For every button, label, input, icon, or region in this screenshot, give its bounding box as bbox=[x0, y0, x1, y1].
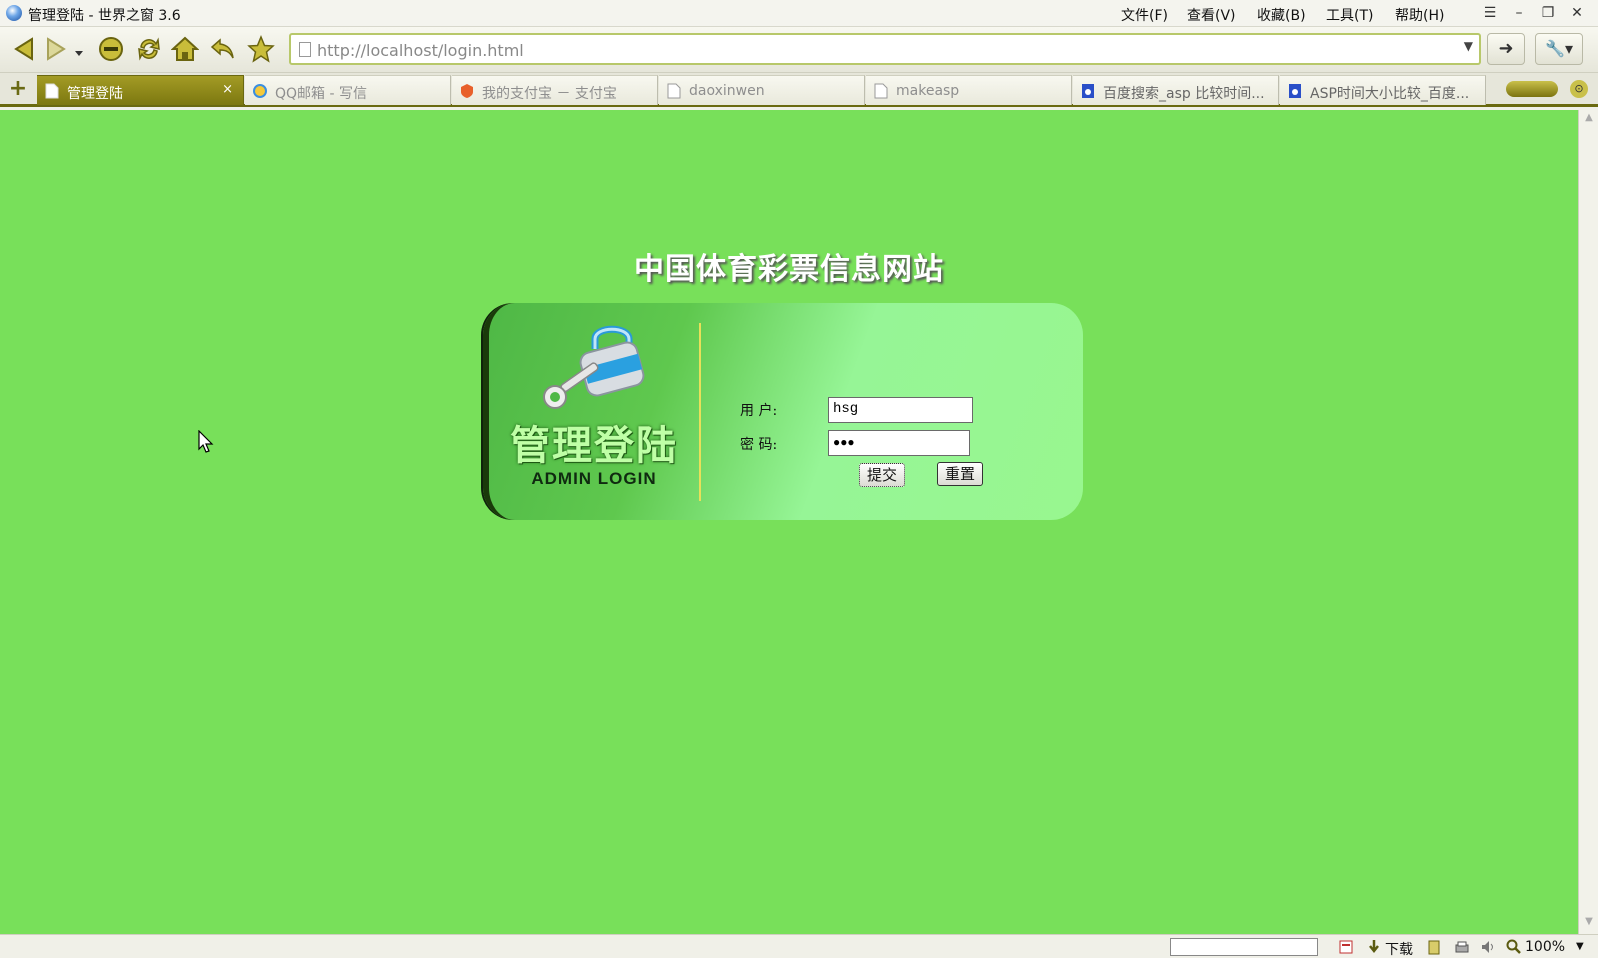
menu-favorites[interactable]: 收藏(B) bbox=[1257, 5, 1306, 25]
progress-bar bbox=[1170, 938, 1318, 956]
address-bar[interactable]: http://localhost/login.html ▼ bbox=[289, 33, 1481, 65]
site-title: 中国体育彩票信息网站 bbox=[634, 252, 944, 287]
reset-button[interactable]: 重置 bbox=[937, 462, 983, 486]
tab-label: 管理登陆 bbox=[67, 86, 123, 102]
tab-qq-mail[interactable]: QQ邮箱 - 写信 bbox=[245, 75, 451, 105]
page-icon bbox=[874, 83, 888, 99]
admin-login-subtitle: ADMIN LOGIN bbox=[531, 469, 657, 488]
tab-label: makeasp bbox=[896, 83, 960, 99]
go-button[interactable]: ➜ bbox=[1487, 33, 1525, 65]
url-input[interactable]: http://localhost/login.html bbox=[317, 41, 524, 60]
username-label: 用 户: bbox=[740, 403, 778, 419]
speaker-icon[interactable] bbox=[1480, 939, 1496, 955]
scroll-up-icon[interactable]: ▲ bbox=[1582, 112, 1596, 128]
tab-makeasp[interactable]: makeasp bbox=[866, 75, 1072, 105]
back-icon[interactable] bbox=[10, 35, 38, 63]
tab-scroll-button[interactable] bbox=[1506, 81, 1558, 97]
panel-divider bbox=[699, 323, 701, 501]
tab-alipay[interactable]: 我的支付宝 － 支付宝 bbox=[452, 75, 658, 105]
close-button[interactable]: ✕ bbox=[1566, 2, 1588, 24]
undo-icon[interactable] bbox=[209, 35, 237, 63]
new-tab-button[interactable]: + bbox=[4, 78, 32, 102]
submit-button[interactable]: 提交 bbox=[859, 463, 905, 487]
qq-icon bbox=[253, 84, 267, 98]
menu-tools[interactable]: 工具(T) bbox=[1326, 5, 1373, 25]
scroll-down-icon[interactable]: ▼ bbox=[1582, 916, 1596, 932]
options-icon[interactable]: ☰ bbox=[1479, 2, 1501, 24]
favorites-icon[interactable] bbox=[247, 35, 275, 63]
tab-bar: + 管理登陆 × QQ邮箱 - 写信 我的支付宝 － 支付宝 daoxinwen… bbox=[0, 73, 1598, 107]
zoom-icon[interactable] bbox=[1506, 939, 1522, 955]
clipboard-icon[interactable] bbox=[1426, 939, 1442, 955]
close-icon[interactable]: × bbox=[222, 82, 233, 97]
page-icon bbox=[299, 42, 311, 57]
tab-label: QQ邮箱 - 写信 bbox=[275, 86, 367, 102]
menu-file[interactable]: 文件(F) bbox=[1121, 5, 1168, 25]
mouse-cursor-icon bbox=[198, 430, 214, 453]
vertical-scrollbar[interactable]: ▲ ▼ bbox=[1578, 110, 1598, 934]
alipay-icon bbox=[461, 84, 473, 98]
page-icon bbox=[667, 83, 681, 99]
tab-label: ASP时间大小比较_百度... bbox=[1310, 86, 1470, 102]
home-icon[interactable] bbox=[171, 35, 199, 63]
page-info-icon[interactable] bbox=[1338, 939, 1354, 955]
admin-login-title: 管理登陆 bbox=[510, 423, 678, 469]
tab-baidu-search[interactable]: 百度搜索_asp 比较时间... bbox=[1073, 75, 1279, 105]
minimize-button[interactable]: – bbox=[1508, 2, 1530, 24]
download-label[interactable]: 下载 bbox=[1385, 939, 1413, 958]
history-dropdown-icon[interactable] bbox=[72, 35, 86, 63]
username-field[interactable]: hsg bbox=[828, 397, 973, 423]
menu-help[interactable]: 帮助(H) bbox=[1395, 5, 1444, 25]
tab-label: 百度搜索_asp 比较时间... bbox=[1103, 86, 1265, 102]
chevron-down-icon[interactable]: ▼ bbox=[1464, 39, 1473, 53]
chevron-down-icon[interactable]: ▼ bbox=[1576, 941, 1584, 952]
baidu-icon bbox=[1289, 84, 1301, 98]
tab-admin-login[interactable]: 管理登陆 × bbox=[37, 75, 244, 105]
download-icon[interactable] bbox=[1366, 939, 1382, 955]
status-bar: 下载 100% ▼ bbox=[0, 934, 1598, 958]
zoom-level[interactable]: 100% bbox=[1525, 939, 1565, 955]
refresh-icon[interactable] bbox=[135, 35, 163, 63]
baidu-icon bbox=[1082, 84, 1094, 98]
page-content: 中国体育彩票信息网站 管理登陆 ADMIN LOGIN 用 户: hsg 密 码… bbox=[0, 110, 1578, 934]
lock-and-key-icon bbox=[543, 325, 645, 409]
tab-list-icon[interactable]: ⊙ bbox=[1570, 80, 1588, 98]
page-icon bbox=[45, 83, 59, 99]
password-field[interactable]: ●●● bbox=[828, 430, 970, 456]
restore-button[interactable]: ❐ bbox=[1537, 2, 1559, 24]
browser-logo-icon bbox=[6, 5, 22, 21]
tab-label: daoxinwen bbox=[689, 83, 765, 99]
stop-icon[interactable] bbox=[97, 35, 125, 63]
tab-daoxinwen[interactable]: daoxinwen bbox=[659, 75, 865, 105]
tools-button[interactable]: 🔧▾ bbox=[1535, 33, 1583, 65]
tab-label: 我的支付宝 － 支付宝 bbox=[482, 86, 617, 102]
title-bar: 管理登陆 - 世界之窗 3.6 文件(F) 查看(V) 收藏(B) 工具(T) … bbox=[0, 0, 1598, 27]
window-title: 管理登陆 - 世界之窗 3.6 bbox=[28, 8, 181, 24]
navigation-toolbar: http://localhost/login.html ▼ ➜ 🔧▾ bbox=[0, 27, 1598, 73]
printer-icon[interactable] bbox=[1454, 939, 1470, 955]
forward-icon[interactable] bbox=[42, 35, 70, 63]
tab-asp-time[interactable]: ASP时间大小比较_百度... bbox=[1280, 75, 1486, 105]
menu-view[interactable]: 查看(V) bbox=[1187, 5, 1236, 25]
login-panel: 管理登陆 ADMIN LOGIN 用 户: hsg 密 码: ●●● 提交 重置 bbox=[483, 303, 1083, 520]
password-label: 密 码: bbox=[740, 437, 778, 453]
